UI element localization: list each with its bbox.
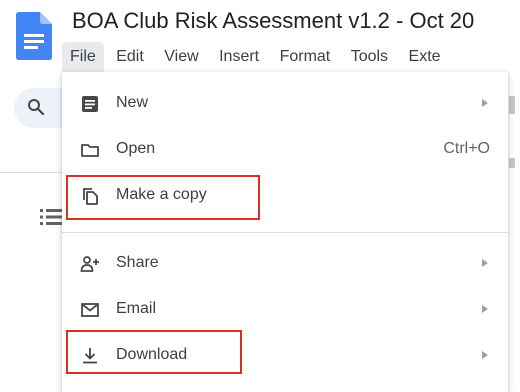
new-document-icon (82, 96, 98, 112)
submenu-arrow-icon (482, 305, 488, 313)
menu-view[interactable]: View (156, 42, 206, 72)
search-icon (28, 99, 45, 116)
submenu-arrow-icon (482, 351, 488, 359)
menu-format[interactable]: Format (272, 42, 339, 72)
file-menu-dropdown: New Open Ctrl+O Make a copy Share Email (62, 72, 508, 392)
menu-insert[interactable]: Insert (211, 42, 267, 72)
folder-icon (81, 144, 99, 157)
menu-item-open[interactable]: Open Ctrl+O (62, 128, 508, 172)
submenu-arrow-icon (482, 99, 488, 107)
menu-item-share[interactable]: Share (62, 242, 508, 286)
menu-file[interactable]: File (62, 42, 104, 72)
toolbar-edge (509, 96, 515, 114)
email-icon (81, 303, 99, 317)
keyboard-shortcut: Ctrl+O (443, 140, 490, 157)
menu-item-label: Email (116, 300, 157, 317)
menu-item-label: New (116, 94, 149, 111)
document-title[interactable]: BOA Club Risk Assessment v1.2 - Oct 20 (72, 8, 474, 34)
menu-separator (62, 232, 508, 233)
highlight-box-make-a-copy (66, 175, 260, 220)
ruler-edge (509, 158, 515, 168)
share-person-add-icon (80, 256, 99, 272)
menu-item-new[interactable]: New (62, 82, 508, 126)
highlight-box-download (66, 330, 242, 374)
toolbar-divider (0, 172, 62, 173)
outline-list-icon[interactable] (40, 208, 62, 231)
menu-item-email[interactable]: Email (62, 288, 508, 332)
google-docs-icon[interactable] (16, 12, 52, 60)
menu-tools[interactable]: Tools (343, 42, 396, 72)
menu-item-label: Share (116, 254, 159, 271)
menu-edit[interactable]: Edit (108, 42, 152, 72)
menu-bar: File Edit View Insert Format Tools Exte (62, 42, 449, 72)
menu-extensions[interactable]: Exte (401, 42, 449, 72)
menu-item-label: Open (116, 140, 156, 157)
submenu-arrow-icon (482, 259, 488, 267)
